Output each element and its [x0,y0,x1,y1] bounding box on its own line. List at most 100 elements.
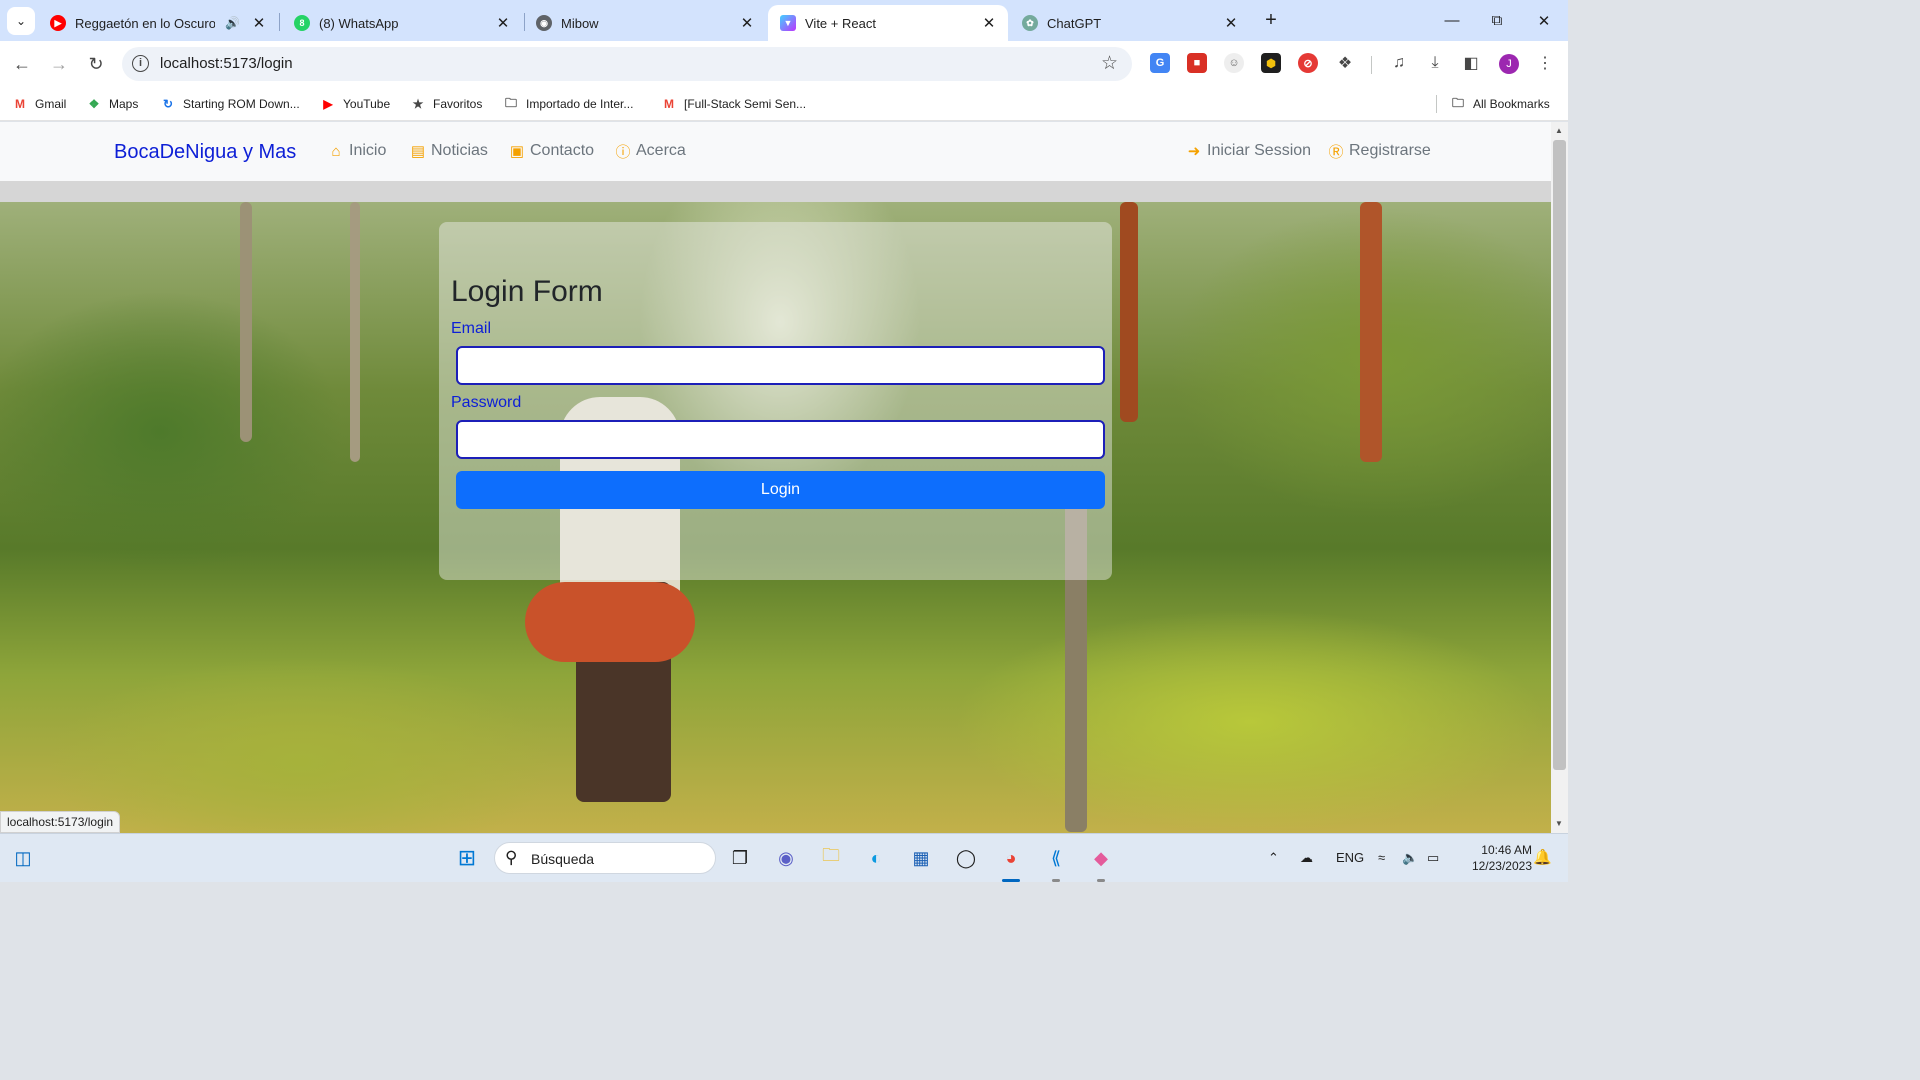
extension-blocker-icon[interactable]: ⊘ [1298,53,1318,73]
close-icon[interactable]: ✕ [1222,14,1240,32]
media-control-icon[interactable]: ♫ [1388,52,1410,74]
edge-browser-icon[interactable]: ◐ [860,842,892,874]
bookmark-importado[interactable]: 🗀 Importado de Inter... [503,95,633,113]
nav-inicio[interactable]: ⌂ Inicio [328,142,386,160]
extension-red-icon[interactable]: ■ [1187,53,1207,73]
folder-icon: 🗀 [1451,95,1464,110]
close-icon[interactable]: ✕ [250,14,268,32]
wifi-icon[interactable]: ≈ [1378,850,1385,865]
tab-youtube[interactable]: ▶ Reggaetón en lo Oscuro (O 🔊 ✕ [38,5,278,41]
volume-icon[interactable]: 🔈 [1402,850,1418,866]
tab-title: Vite + React [805,15,876,31]
language-indicator[interactable]: ENG [1336,850,1364,865]
scrollbar-thumb[interactable] [1553,140,1566,770]
dell-icon[interactable]: ◯ [950,842,982,874]
close-window-button[interactable]: ✕ [1521,0,1567,41]
bookmark-maps[interactable]: ❖ Maps [86,95,139,113]
search-icon: ⚲ [505,848,518,867]
nav-label: Inicio [349,142,387,159]
new-tab-button[interactable]: + [1259,8,1283,32]
nav-label: Noticias [431,142,488,159]
scroll-up-arrow-icon[interactable]: ▲ [1555,126,1563,135]
sign-in-icon: ➜ [1187,143,1201,160]
show-hidden-icons-chevron-icon[interactable]: ⌃ [1268,850,1279,866]
nav-registrarse[interactable]: Ⓡ Registrarse [1328,142,1431,161]
close-icon: ✕ [1537,12,1551,30]
contact-card-icon: ▣ [509,143,525,160]
login-button[interactable]: Login [456,471,1105,509]
nav-noticias[interactable]: ▤ Noticias [410,142,488,160]
extension-shield-icon[interactable]: ⬢ [1261,53,1281,73]
profile-avatar[interactable]: J [1499,54,1519,74]
star-icon: ★ [412,97,424,111]
bookmark-fullstack[interactable]: M [Full-Stack Semi Sen... [661,95,806,113]
system-clock[interactable]: 10:46 AM 12/23/2023 [1452,842,1532,874]
taskbar-search[interactable]: ⚲ Búsqueda [494,842,716,874]
site-navbar: BocaDeNigua y Mas ⌂ Inicio ▤ Noticias ▣ … [0,122,1551,181]
reload-button[interactable]: ↻ [82,50,110,78]
side-panel-icon[interactable]: ◧ [1460,52,1482,74]
site-info-icon[interactable]: i [132,55,149,72]
microsoft-store-icon[interactable]: ▦ [905,842,937,874]
windows-start-icon[interactable]: ⊞ [451,842,483,874]
all-bookmarks[interactable]: 🗀 All Bookmarks [1450,95,1550,113]
nav-acerca[interactable]: ⓘ Acerca [615,142,685,161]
tab-chatgpt[interactable]: ✿ ChatGPT ✕ [1010,5,1250,41]
file-explorer-icon[interactable]: 🗀 [815,842,847,874]
tab-vite-react[interactable]: ▼ Vite + React ✕ [768,5,1008,41]
vscode-icon[interactable]: ⟪ [1040,842,1072,874]
tab-search-button[interactable]: ⌄ [7,7,35,35]
back-button[interactable]: ← [8,50,36,78]
bookmark-label: Favoritos [433,97,483,111]
bookmark-rom-download[interactable]: ↻ Starting ROM Down... [160,95,300,113]
url-text[interactable]: localhost:5173/login [160,55,293,72]
trunk-decoration [350,202,360,462]
page-gap-strip [0,181,1551,202]
nav-label: Iniciar Session [1207,142,1312,159]
tab-mibow[interactable]: ◉ Mibow ✕ [524,5,766,41]
notification-bell-icon[interactable]: 🔔 [1533,848,1552,866]
bookmark-star-icon[interactable]: ☆ [1101,52,1118,75]
forward-button[interactable]: → [45,50,73,78]
google-translate-icon[interactable]: G [1150,53,1170,73]
speaker-icon[interactable]: 🔊 [225,16,240,30]
tab-whatsapp[interactable]: 8 (8) WhatsApp ✕ [282,5,522,41]
page-scrollbar[interactable]: ▲ ▼ [1551,122,1568,833]
bookmark-label: Gmail [35,97,67,111]
nav-label: Contacto [530,142,595,159]
clock-date: 12/23/2023 [1471,859,1532,873]
battery-icon[interactable]: ▭ [1427,850,1439,866]
download-icon[interactable]: ⤓ [1424,52,1446,74]
youtube-icon: ▶ [50,15,66,31]
teams-chat-icon[interactable]: ◉ [770,842,802,874]
tab-title: ChatGPT [1047,15,1102,31]
close-icon[interactable]: ✕ [494,14,512,32]
bookmark-gmail[interactable]: M Gmail [12,95,66,113]
email-field[interactable] [456,346,1105,385]
register-r-icon: Ⓡ [1328,143,1344,161]
password-field[interactable] [456,420,1105,459]
widgets-icon[interactable]: ◫ [7,842,39,874]
minimize-button[interactable]: — [1429,0,1475,41]
app-diamond-icon[interactable]: ◆ [1085,842,1117,874]
nav-iniciar-session[interactable]: ➜ Iniciar Session [1186,142,1311,160]
close-icon[interactable]: ✕ [980,14,998,32]
bookmark-youtube[interactable]: ▶ YouTube [320,95,390,113]
nav-contacto[interactable]: ▣ Contacto [509,142,594,160]
scroll-down-arrow-icon[interactable]: ▼ [1555,819,1563,828]
close-icon[interactable]: ✕ [738,14,756,32]
nav-label: Registrarse [1349,142,1431,159]
info-circle-icon: ⓘ [615,143,631,161]
extensions-puzzle-icon[interactable]: ❖ [1334,52,1356,74]
wheelbarrow [525,582,695,662]
bookmark-label: Maps [109,97,139,111]
site-brand[interactable]: BocaDeNigua y Mas [114,141,296,164]
extension-face-icon[interactable]: ☺ [1224,53,1244,73]
restore-button[interactable]: ⧉ [1474,0,1520,41]
bookmark-favoritos[interactable]: ★ Favoritos [410,95,483,113]
task-view-icon[interactable]: ❐ [724,842,756,874]
address-bar[interactable]: i localhost:5173/login ☆ [122,47,1132,81]
menu-kebab-icon[interactable]: ⋮ [1534,52,1556,74]
cloud-sync-icon[interactable]: ☁ [1300,850,1313,866]
chrome-icon[interactable]: ◕ [995,842,1027,874]
